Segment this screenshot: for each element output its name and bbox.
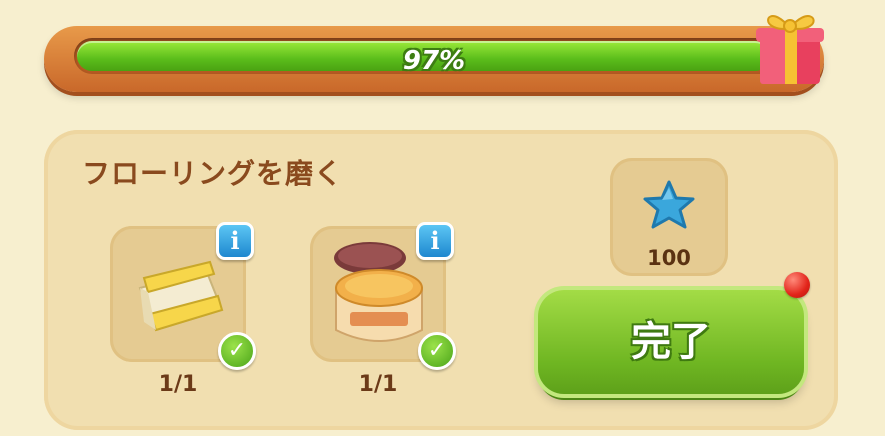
reward-amount: 100	[647, 246, 691, 270]
info-icon[interactable]: i	[216, 222, 254, 260]
notification-dot	[784, 272, 810, 298]
task-title: フローリングを磨く	[82, 157, 344, 190]
progress-bar: 97%	[44, 26, 824, 92]
blue-star-icon	[643, 180, 695, 229]
complete-button[interactable]: 完了	[538, 290, 804, 394]
info-icon[interactable]: i	[416, 222, 454, 260]
item-count: 1/1	[358, 372, 398, 397]
progress-label: 97%	[402, 46, 466, 74]
checkmark-icon: ✓	[218, 332, 256, 370]
item-count: 1/1	[158, 372, 198, 397]
gift-box-icon[interactable]	[752, 2, 828, 88]
checkmark-icon: ✓	[418, 332, 456, 370]
progress-track: 97%	[74, 38, 794, 74]
